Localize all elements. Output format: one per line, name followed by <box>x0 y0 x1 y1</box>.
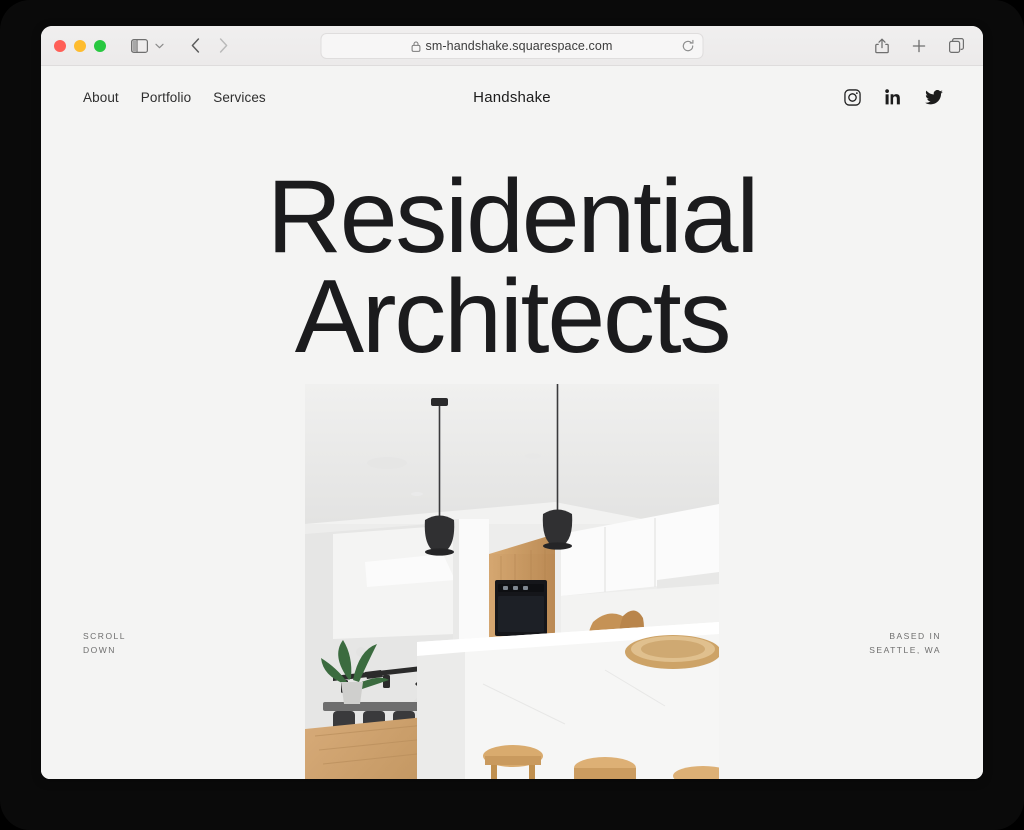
social-links <box>844 88 943 106</box>
nav-item-services[interactable]: Services <box>213 90 266 105</box>
lock-icon <box>411 40 421 52</box>
device-frame: sm-handshake.squarespace.com About Portf… <box>0 0 1024 830</box>
instagram-icon[interactable] <box>844 88 861 106</box>
browser-toolbar: sm-handshake.squarespace.com <box>41 26 983 66</box>
site-title[interactable]: Handshake <box>473 89 551 106</box>
address-bar[interactable]: sm-handshake.squarespace.com <box>320 33 704 59</box>
hero-photo <box>305 384 719 779</box>
toolbar-nav-group <box>106 33 236 59</box>
site-header: About Portfolio Services Handshake <box>41 66 983 128</box>
hero-heading: Residential Architects <box>41 159 983 375</box>
site-nav: About Portfolio Services <box>83 90 266 105</box>
location-note: BASED IN SEATTLE, WA <box>869 629 941 658</box>
toolbar-actions <box>869 33 969 59</box>
location-note-line-2: SEATTLE, WA <box>869 645 941 656</box>
hero-line-1: Residential <box>266 159 760 275</box>
scroll-down-note: SCROLL DOWN <box>83 629 126 658</box>
scroll-note-line-2: DOWN <box>83 645 116 656</box>
chevron-down-icon[interactable] <box>150 33 168 59</box>
browser-window: sm-handshake.squarespace.com About Portf… <box>41 26 983 779</box>
hero-line-2: Architects <box>294 258 732 375</box>
url-text: sm-handshake.squarespace.com <box>425 39 613 53</box>
window-controls <box>54 39 106 52</box>
close-window-button[interactable] <box>54 39 66 52</box>
kitchen-interior-illustration <box>305 384 719 779</box>
forward-button[interactable] <box>210 33 236 59</box>
tab-overview-icon[interactable] <box>943 33 969 59</box>
location-note-line-1: BASED IN <box>889 631 941 641</box>
nav-item-portfolio[interactable]: Portfolio <box>141 90 191 105</box>
reload-icon[interactable] <box>682 39 695 53</box>
new-tab-icon[interactable] <box>906 33 932 59</box>
twitter-icon[interactable] <box>925 89 943 105</box>
linkedin-icon[interactable] <box>885 89 901 105</box>
minimize-window-button[interactable] <box>74 39 86 52</box>
scroll-note-line-1: SCROLL <box>83 631 127 641</box>
share-icon[interactable] <box>869 33 895 59</box>
maximize-window-button[interactable] <box>94 39 106 52</box>
back-button[interactable] <box>182 33 208 59</box>
website-page: About Portfolio Services Handshake Resid… <box>41 66 983 779</box>
nav-item-about[interactable]: About <box>83 90 119 105</box>
sidebar-toggle-icon[interactable] <box>126 33 152 59</box>
